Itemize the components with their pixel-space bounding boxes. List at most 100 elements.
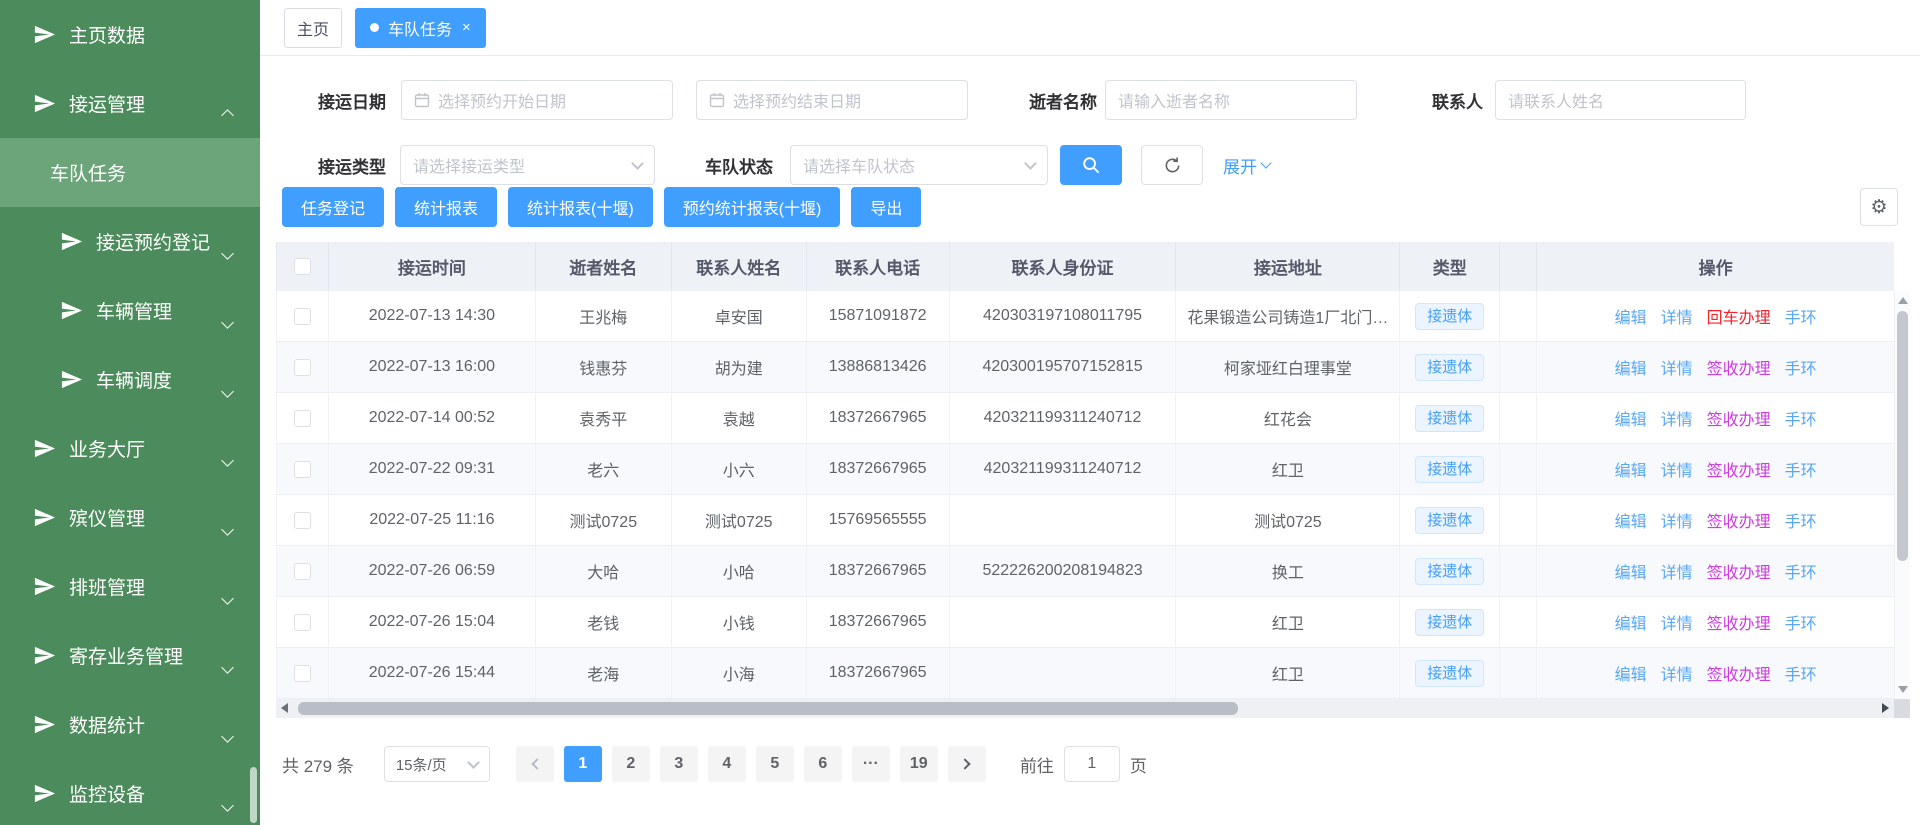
row-checkbox[interactable] [294, 308, 311, 325]
next-page-button[interactable] [948, 746, 986, 782]
action-link[interactable]: 编辑 [1615, 457, 1647, 481]
horizontal-scrollbar[interactable] [276, 699, 1894, 718]
sidebar-scrollbar-thumb[interactable] [250, 767, 257, 823]
action-link[interactable]: 详情 [1661, 457, 1693, 481]
row-checkbox[interactable] [294, 563, 311, 580]
page-size-select[interactable]: 15条/页 [384, 746, 490, 782]
action-link[interactable]: 编辑 [1615, 610, 1647, 634]
stats-report-button[interactable]: 统计报表 [395, 187, 497, 227]
action-link[interactable]: 手环 [1785, 406, 1817, 430]
sidebar-item-vehicle-management[interactable]: 车辆管理 [0, 276, 260, 345]
action-link[interactable]: 手环 [1785, 508, 1817, 532]
action-link[interactable]: 编辑 [1615, 355, 1647, 379]
horizontal-scrollbar-thumb[interactable] [298, 702, 1238, 715]
row-checkbox[interactable] [294, 410, 311, 427]
action-link[interactable]: 详情 [1661, 406, 1693, 430]
stats-report-shiyan-button[interactable]: 统计报表(十堰) [508, 187, 653, 227]
contact-input[interactable]: 请联系人姓名 [1495, 80, 1746, 120]
deceased-name-input[interactable]: 请输入逝者名称 [1105, 80, 1357, 120]
date-start-input[interactable]: 选择预约开始日期 [401, 80, 673, 120]
send-icon [60, 299, 83, 322]
sidebar-item-pickup-reservation-register[interactable]: 接运预约登记 [0, 207, 260, 276]
contact-phone-cell: 18372667965 [807, 546, 950, 596]
page-number-button[interactable]: 2 [612, 746, 650, 782]
action-link[interactable]: 签收办理 [1707, 457, 1771, 481]
page-number-button[interactable]: 6 [804, 746, 842, 782]
action-link[interactable]: 详情 [1661, 508, 1693, 532]
sidebar-item-label: 车队任务 [50, 159, 126, 186]
vertical-scrollbar-thumb[interactable] [1897, 311, 1908, 561]
action-link[interactable]: 手环 [1785, 304, 1817, 328]
column-settings-button[interactable]: ⚙ [1860, 188, 1898, 226]
page-number-button[interactable]: 4 [708, 746, 746, 782]
pickup-type-select[interactable]: 请选择接运类型 [400, 145, 655, 185]
action-link[interactable]: 手环 [1785, 610, 1817, 634]
scroll-left-icon[interactable] [281, 703, 288, 713]
reservation-stats-report-shiyan-button[interactable]: 预约统计报表(十堰) [664, 187, 841, 227]
page-number-button[interactable]: 1 [564, 746, 602, 782]
reset-button[interactable] [1141, 145, 1203, 185]
scroll-right-icon[interactable] [1882, 703, 1889, 713]
action-link[interactable]: 详情 [1661, 559, 1693, 583]
sidebar-item-storage-business-management[interactable]: 寄存业务管理 [0, 621, 260, 690]
page-number-button[interactable]: 19 [900, 746, 938, 782]
action-link[interactable]: 回车办理 [1707, 304, 1771, 328]
deceased-name-cell: 大哈 [536, 546, 672, 596]
action-link[interactable]: 编辑 [1615, 661, 1647, 685]
sidebar-item-home-data[interactable]: 主页数据 [0, 0, 260, 69]
sidebar-item-fleet-task[interactable]: 车队任务 [0, 138, 260, 207]
prev-page-button[interactable] [516, 746, 554, 782]
vertical-scrollbar[interactable] [1894, 291, 1910, 699]
fleet-status-select[interactable]: 请选择车队状态 [790, 145, 1048, 185]
date-start-placeholder: 选择预约开始日期 [438, 88, 566, 112]
action-link[interactable]: 编辑 [1615, 406, 1647, 430]
action-link[interactable]: 详情 [1661, 355, 1693, 379]
row-checkbox[interactable] [294, 614, 311, 631]
scroll-down-icon[interactable] [1898, 686, 1908, 693]
chevron-down-icon [223, 380, 232, 402]
sidebar-item-shift-management[interactable]: 排班管理 [0, 552, 260, 621]
action-link[interactable]: 手环 [1785, 355, 1817, 379]
action-link[interactable]: 详情 [1661, 610, 1693, 634]
page-more-button[interactable]: ··· [852, 746, 890, 782]
sidebar-item-transport-management[interactable]: 接运管理 [0, 69, 260, 138]
action-link[interactable]: 手环 [1785, 661, 1817, 685]
action-link[interactable]: 手环 [1785, 457, 1817, 481]
row-checkbox[interactable] [294, 461, 311, 478]
action-link[interactable]: 详情 [1661, 304, 1693, 328]
send-icon [60, 368, 83, 391]
tab-fleet-task[interactable]: 车队任务× [355, 8, 486, 48]
sidebar-item-data-statistics[interactable]: 数据统计 [0, 690, 260, 759]
action-link[interactable]: 编辑 [1615, 508, 1647, 532]
action-link[interactable]: 签收办理 [1707, 355, 1771, 379]
close-icon[interactable]: × [462, 20, 471, 35]
export-button[interactable]: 导出 [851, 187, 921, 227]
sidebar-item-monitoring-devices[interactable]: 监控设备 [0, 759, 260, 825]
sidebar-item-business-hall[interactable]: 业务大厅 [0, 414, 260, 483]
action-link[interactable]: 编辑 [1615, 304, 1647, 328]
action-link[interactable]: 编辑 [1615, 559, 1647, 583]
row-checkbox[interactable] [294, 512, 311, 529]
action-link[interactable]: 手环 [1785, 559, 1817, 583]
action-link[interactable]: 签收办理 [1707, 610, 1771, 634]
page-number-button[interactable]: 3 [660, 746, 698, 782]
send-icon [33, 575, 56, 598]
sidebar-item-funeral-management[interactable]: 殡仪管理 [0, 483, 260, 552]
action-link[interactable]: 签收办理 [1707, 406, 1771, 430]
page-number-button[interactable]: 5 [756, 746, 794, 782]
sidebar-item-vehicle-dispatch[interactable]: 车辆调度 [0, 345, 260, 414]
expand-toggle[interactable]: 展开 [1223, 153, 1270, 178]
action-link[interactable]: 签收办理 [1707, 661, 1771, 685]
row-checkbox[interactable] [294, 359, 311, 376]
row-checkbox[interactable] [294, 665, 311, 682]
goto-page-input[interactable] [1064, 746, 1120, 782]
date-end-input[interactable]: 选择预约结束日期 [696, 80, 968, 120]
action-link[interactable]: 签收办理 [1707, 508, 1771, 532]
search-button[interactable] [1060, 145, 1122, 185]
scroll-up-icon[interactable] [1898, 297, 1908, 304]
tab-home[interactable]: 主页 [284, 8, 342, 48]
action-link[interactable]: 签收办理 [1707, 559, 1771, 583]
task-register-button[interactable]: 任务登记 [282, 187, 384, 227]
select-all-checkbox[interactable] [294, 258, 311, 275]
action-link[interactable]: 详情 [1661, 661, 1693, 685]
